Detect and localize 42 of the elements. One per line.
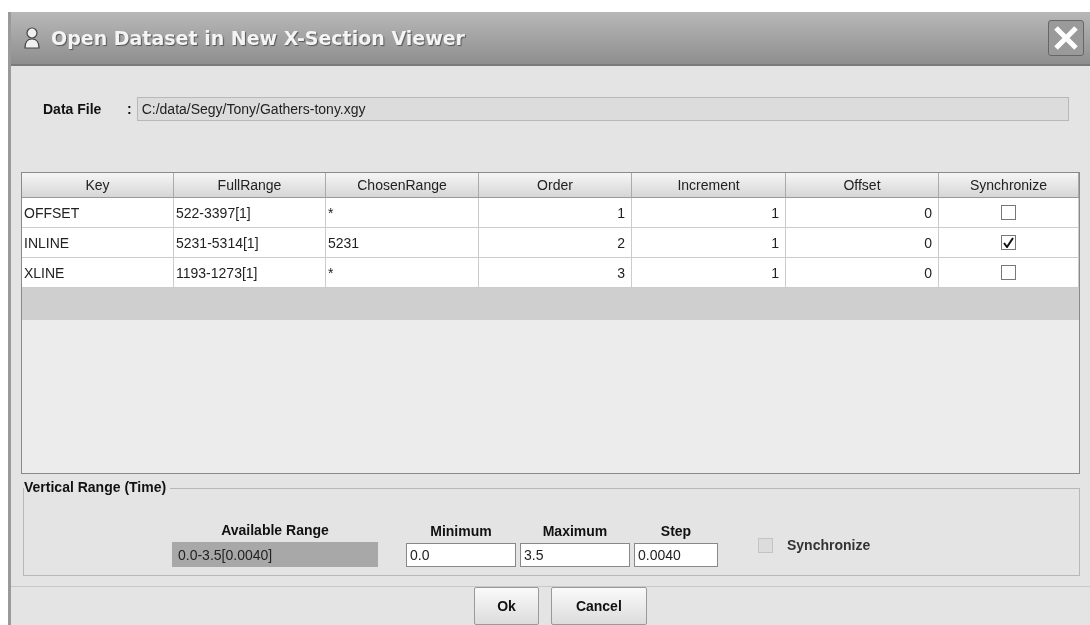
column-header[interactable]: Offset — [786, 173, 939, 198]
field-label: Maximum — [542, 523, 608, 539]
separator-colon: : — [127, 101, 132, 117]
input-field[interactable]: 0.0040 — [634, 543, 718, 567]
order-cell: 2 — [479, 228, 632, 258]
checkbox-label: Synchronize — [787, 537, 871, 553]
key-cell: OFFSET — [22, 198, 174, 228]
column-header[interactable]: Key — [22, 173, 174, 198]
field-label: Data File — [43, 101, 103, 117]
synchronize-checkbox[interactable] — [1001, 235, 1016, 250]
range-cell: 5231-5314[1] — [174, 228, 326, 258]
ok-button[interactable]: Ok — [474, 587, 539, 625]
field-label: Minimum — [430, 523, 492, 539]
window-title: Open Dataset in New X-Section Viewer — [51, 27, 466, 49]
figure-icon — [21, 26, 43, 50]
order-cell: 1 — [479, 198, 632, 228]
column-header[interactable]: FullRange — [174, 173, 326, 198]
column-header[interactable]: Order — [479, 173, 632, 198]
column-header[interactable]: Synchronize — [939, 173, 1079, 198]
synchronize-checkbox[interactable] — [1001, 265, 1016, 280]
check-icon — [1003, 237, 1014, 248]
input-field[interactable]: 3.5 — [520, 543, 630, 567]
column-header[interactable]: Increment — [632, 173, 786, 198]
field-label: Available Range — [221, 522, 329, 538]
column-header[interactable]: ChosenRange — [326, 173, 479, 198]
increment-cell: 1 — [632, 198, 786, 228]
close-button[interactable] — [1048, 20, 1084, 56]
synchronize-checkbox[interactable] — [1001, 205, 1016, 220]
field-label: Step — [660, 523, 692, 539]
offset-cell: 0 — [786, 198, 939, 228]
range-cell: 522-3397[1] — [174, 198, 326, 228]
input-field[interactable]: 0.0 — [406, 543, 516, 567]
close-icon — [1052, 24, 1080, 52]
available-range-field: 0.0-3.5[0.0040] — [172, 542, 378, 567]
offset-cell: 0 — [786, 228, 939, 258]
chosen-range-cell: 5231 — [326, 228, 479, 258]
group-title: Vertical Range (Time) — [24, 479, 171, 495]
key-cell: INLINE — [22, 228, 174, 258]
cancel-button[interactable]: Cancel — [550, 587, 647, 625]
chosen-range-cell: * — [326, 198, 479, 228]
data-file-field[interactable]: C:/data/Segy/Tony/Gathers-tony.xgy — [136, 97, 1069, 121]
increment-cell: 1 — [632, 228, 786, 258]
